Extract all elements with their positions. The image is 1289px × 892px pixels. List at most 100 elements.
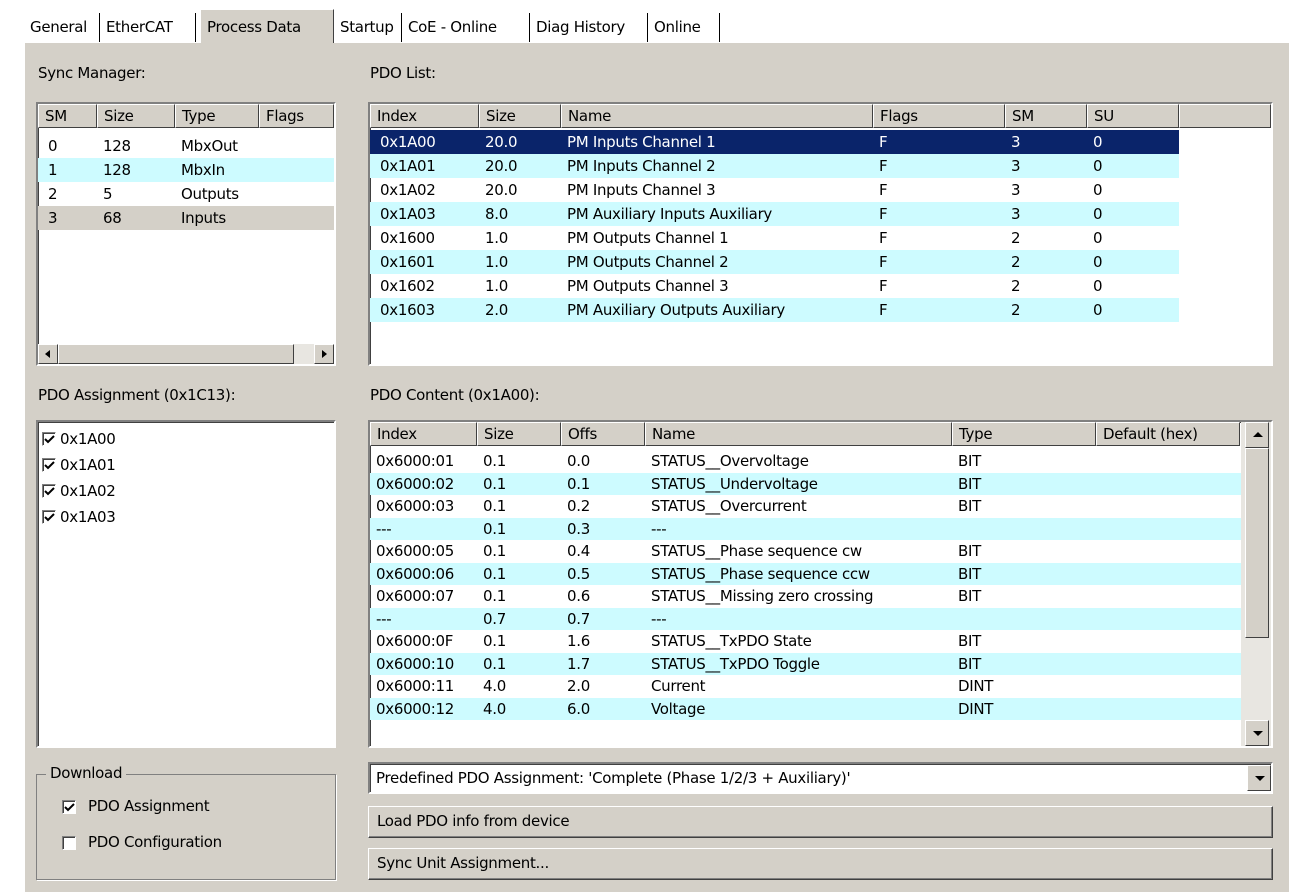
column-header-empty bbox=[1179, 104, 1271, 128]
pdo-assignment-checkbox-label[interactable]: PDO Assignment bbox=[88, 797, 210, 815]
table-row[interactable]: 0x6000:07 0.1 0.6 STATUS__Missing zero cros… bbox=[370, 585, 1241, 607]
pdo-list[interactable]: Index Size Name Flags SM SU 0x1A00 20.0 PM… bbox=[368, 102, 1273, 366]
table-row-selected[interactable]: 0x1A00 20.0 PM Inputs Channel 1 F 3 0 bbox=[370, 130, 1179, 154]
index-cell: 0x1600 bbox=[380, 229, 435, 247]
pdo-assignment-checkbox[interactable] bbox=[62, 800, 76, 814]
column-header[interactable]: Offs bbox=[561, 422, 645, 446]
table-row[interactable]: 0x6000:05 0.1 0.4 STATUS__Phase sequence cw… bbox=[370, 540, 1241, 562]
column-header[interactable]: Flags bbox=[873, 104, 1005, 128]
scroll-right-button[interactable] bbox=[314, 344, 334, 364]
size-cell: 0.1 bbox=[483, 519, 506, 538]
sync-unit-assignment-button[interactable]: Sync Unit Assignment... bbox=[368, 848, 1273, 880]
tab-startup[interactable]: Startup bbox=[334, 13, 402, 43]
table-row[interactable]: 0x1A02 20.0 PM Inputs Channel 3 F 3 0 bbox=[370, 178, 1179, 202]
scroll-thumb[interactable] bbox=[1245, 448, 1269, 638]
column-header[interactable]: Index bbox=[370, 422, 477, 446]
tab-process-data[interactable]: Process Data bbox=[200, 9, 334, 43]
assignment-item[interactable]: 0x1A02 bbox=[38, 478, 334, 504]
index-cell: 0x1601 bbox=[380, 253, 435, 271]
type-cell: MbxIn bbox=[181, 161, 225, 179]
predefined-pdo-value: Predefined PDO Assignment: 'Complete (Ph… bbox=[376, 769, 851, 787]
scroll-thumb[interactable] bbox=[58, 344, 294, 364]
column-header[interactable]: Name bbox=[561, 104, 873, 128]
type-cell: Outputs bbox=[181, 185, 239, 203]
table-row[interactable]: 0x6000:10 0.1 1.7 STATUS__TxPDO Toggle BIT bbox=[370, 652, 1241, 675]
column-header[interactable]: Type bbox=[175, 104, 259, 128]
table-row[interactable]: 0x1603 2.0 PM Auxiliary Outputs Auxiliary F… bbox=[370, 298, 1179, 322]
load-pdo-info-button[interactable]: Load PDO info from device bbox=[368, 806, 1273, 838]
assignment-item[interactable]: 0x1A00 bbox=[38, 426, 334, 452]
scroll-down-button[interactable] bbox=[1245, 720, 1269, 746]
table-row[interactable]: 0x6000:11 4.0 2.0 Current DINT bbox=[370, 675, 1241, 697]
table-row[interactable]: 2 5 Outputs bbox=[38, 182, 334, 206]
assignment-item[interactable]: 0x1A03 bbox=[38, 504, 334, 530]
vertical-scrollbar[interactable] bbox=[1241, 422, 1271, 746]
name-cell: PM Outputs Channel 3 bbox=[567, 277, 729, 295]
name-cell: STATUS__Phase sequence cw bbox=[651, 542, 862, 560]
table-row[interactable]: 0x6000:03 0.1 0.2 STATUS__Overcurrent BIT bbox=[370, 495, 1241, 517]
pdo-content-list[interactable]: Index Size Offs Name Type Default (hex) … bbox=[368, 420, 1273, 748]
offs-cell: 1.6 bbox=[567, 632, 590, 650]
column-header[interactable]: Index bbox=[370, 104, 479, 128]
column-header[interactable]: Size bbox=[97, 104, 175, 128]
name-cell: --- bbox=[651, 519, 667, 538]
table-row-selected[interactable]: 3 68 Inputs bbox=[38, 206, 334, 230]
predefined-pdo-dropdown[interactable]: Predefined PDO Assignment: 'Complete (Ph… bbox=[368, 762, 1273, 794]
table-row[interactable]: 0x1602 1.0 PM Outputs Channel 3 F 2 0 bbox=[370, 274, 1179, 298]
column-header[interactable]: SM bbox=[1005, 104, 1087, 128]
tab-general[interactable]: General bbox=[24, 13, 100, 43]
horizontal-scrollbar[interactable] bbox=[38, 344, 334, 364]
sm-cell: 2 bbox=[48, 185, 58, 203]
table-row[interactable]: --- 0.7 0.7 --- bbox=[370, 607, 1241, 630]
table-row[interactable]: 0x1600 1.0 PM Outputs Channel 1 F 2 0 bbox=[370, 226, 1179, 250]
table-row[interactable]: --- 0.1 0.3 --- bbox=[370, 517, 1241, 540]
flags-cell: F bbox=[879, 205, 888, 223]
name-cell: STATUS__Overcurrent bbox=[651, 497, 807, 515]
chevron-down-icon bbox=[1255, 776, 1265, 781]
column-header[interactable]: Default (hex) bbox=[1096, 422, 1240, 446]
table-row[interactable]: 0x6000:0F 0.1 1.6 STATUS__TxPDO State BIT bbox=[370, 630, 1241, 652]
tab-diag-history[interactable]: Diag History bbox=[530, 13, 648, 43]
column-header[interactable]: Flags bbox=[259, 104, 334, 128]
table-row[interactable]: 0x6000:02 0.1 0.1 STATUS__Undervoltage BIT bbox=[370, 472, 1241, 495]
pdo-configuration-checkbox[interactable] bbox=[62, 836, 76, 850]
index-cell: 0x1A03 bbox=[380, 205, 436, 223]
scroll-left-button[interactable] bbox=[38, 344, 58, 364]
table-row[interactable]: 0x1A03 8.0 PM Auxiliary Inputs Auxiliary F 3… bbox=[370, 202, 1179, 226]
table-row[interactable]: 1 128 MbxIn bbox=[38, 158, 334, 182]
sync-manager-list[interactable]: SM Size Type Flags 0 128 MbxOut 1 128 Mb… bbox=[36, 102, 336, 366]
type-cell: BIT bbox=[958, 542, 981, 560]
assignment-item-label: 0x1A01 bbox=[60, 456, 116, 474]
column-header[interactable]: SM bbox=[38, 104, 97, 128]
scroll-up-button[interactable] bbox=[1245, 422, 1269, 448]
tab-coe-online[interactable]: CoE - Online bbox=[402, 13, 530, 43]
name-cell: Current bbox=[651, 677, 706, 695]
table-row[interactable]: 0x6000:01 0.1 0.0 STATUS__Overvoltage BIT bbox=[370, 450, 1241, 472]
sm-cell: 3 bbox=[1011, 133, 1021, 151]
offs-cell: 0.1 bbox=[567, 474, 590, 493]
su-cell: 0 bbox=[1093, 133, 1103, 151]
column-header[interactable]: Name bbox=[645, 422, 952, 446]
table-row[interactable]: 0x1601 1.0 PM Outputs Channel 2 F 2 0 bbox=[370, 250, 1179, 274]
table-row[interactable]: 0x1A01 20.0 PM Inputs Channel 2 F 3 0 bbox=[370, 154, 1179, 178]
pdo-assignment-list[interactable]: 0x1A00 0x1A01 0x1A02 0x1A03 bbox=[36, 420, 336, 748]
su-cell: 0 bbox=[1093, 301, 1103, 319]
flags-cell: F bbox=[879, 301, 888, 319]
size-cell: 8.0 bbox=[485, 205, 508, 223]
assignment-item[interactable]: 0x1A01 bbox=[38, 452, 334, 478]
column-header[interactable]: Type bbox=[952, 422, 1096, 446]
column-header[interactable]: Size bbox=[477, 422, 561, 446]
table-row[interactable]: 0 128 MbxOut bbox=[38, 134, 334, 158]
column-header[interactable]: Size bbox=[479, 104, 561, 128]
pdo-configuration-checkbox-label[interactable]: PDO Configuration bbox=[88, 833, 222, 851]
table-row[interactable]: 0x6000:06 0.1 0.5 STATUS__Phase sequence cc… bbox=[370, 562, 1241, 585]
flags-cell: F bbox=[879, 229, 888, 247]
tab-online[interactable]: Online bbox=[648, 13, 720, 43]
table-row[interactable]: 0x6000:12 4.0 6.0 Voltage DINT bbox=[370, 697, 1241, 720]
column-header[interactable]: SU bbox=[1087, 104, 1179, 128]
size-cell: 20.0 bbox=[485, 133, 518, 151]
dropdown-button[interactable] bbox=[1247, 765, 1271, 791]
sm-cell: 3 bbox=[1011, 181, 1021, 199]
tab-ethercat[interactable]: EtherCAT bbox=[100, 13, 196, 43]
index-cell: 0x6000:10 bbox=[376, 654, 455, 673]
